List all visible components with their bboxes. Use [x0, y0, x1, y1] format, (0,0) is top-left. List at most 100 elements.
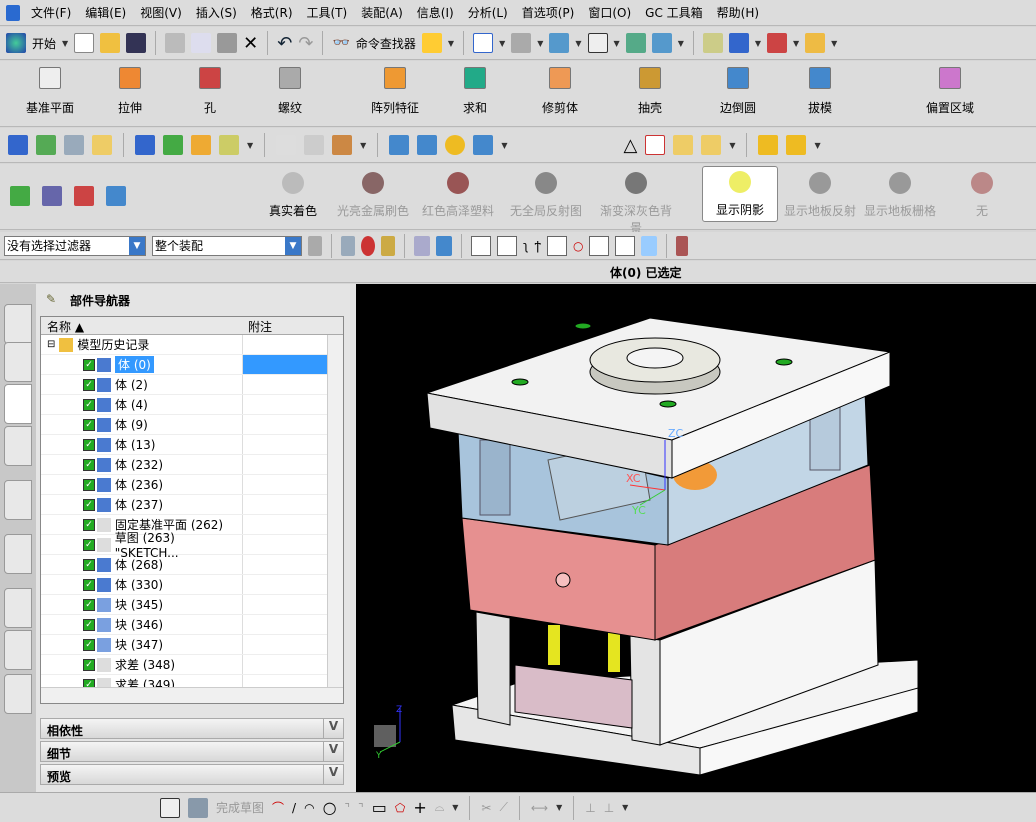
dimension-icon[interactable]: ⟷ [531, 801, 548, 815]
history-tab[interactable] [4, 588, 32, 628]
finish-sketch-icon[interactable] [188, 797, 208, 818]
render-style-button[interactable]: 显示阴影 [702, 166, 778, 222]
tree-item[interactable]: ✓ 求差 (348) [41, 655, 343, 675]
menu-item[interactable]: 视图(V) [133, 4, 189, 21]
tree-root[interactable]: ⊟ 模型历史记录 [41, 335, 343, 355]
menu-item[interactable]: 工具(T) [300, 4, 355, 21]
component-move-icon[interactable] [163, 135, 183, 155]
save-icon[interactable] [126, 33, 147, 53]
render-style-button[interactable]: 真实着色 [255, 168, 331, 219]
orient-view-icon[interactable] [549, 33, 570, 53]
menu-item[interactable]: 窗口(O) [581, 4, 638, 21]
assembly-nav-icon[interactable] [8, 135, 28, 155]
filter-icon[interactable] [308, 235, 322, 256]
feature-button[interactable]: 求和 [435, 65, 515, 116]
grid-snap-icon[interactable] [676, 235, 689, 256]
render-style-button[interactable]: 显示地板反射 [782, 168, 858, 219]
circle-icon[interactable]: ○ [323, 798, 337, 817]
background-icon[interactable] [587, 33, 608, 53]
checkbox-icon[interactable]: ✓ [83, 378, 95, 391]
stack-icon[interactable] [64, 135, 84, 155]
menu-item[interactable]: 首选项(P) [515, 4, 582, 21]
menu-item[interactable]: 格式(R) [244, 4, 300, 21]
abs-icon[interactable] [219, 135, 239, 155]
render-style-button[interactable]: 无 [944, 168, 1020, 219]
palette-tab[interactable] [4, 674, 32, 714]
trim-icon[interactable]: ✂ [481, 801, 491, 815]
checkbox-icon[interactable]: ✓ [83, 418, 95, 431]
tree-item[interactable]: ✓ 体 (330) [41, 575, 343, 595]
measure-icon[interactable] [805, 33, 826, 53]
render-style-icon[interactable] [511, 33, 532, 53]
menu-item[interactable]: 分析(L) [461, 4, 515, 21]
tree-item[interactable]: ✓ 块 (345) [41, 595, 343, 615]
vertical-scrollbar[interactable] [327, 335, 343, 687]
select-icon[interactable] [702, 33, 723, 53]
render-style-button[interactable]: 红色高泽塑料 [420, 168, 496, 219]
checkbox-icon[interactable]: ✓ [83, 398, 95, 411]
chevron-down-icon[interactable]: V [323, 742, 343, 761]
web-browser-tab[interactable] [4, 534, 32, 574]
component-replace-icon[interactable] [191, 135, 211, 155]
chamfer-icon[interactable]: ⌝ [358, 801, 364, 815]
chevron-down-icon[interactable]: V [323, 719, 343, 738]
part-navigator-tab[interactable] [4, 384, 32, 424]
checkbox-icon[interactable]: ✓ [83, 618, 95, 631]
redo-icon[interactable]: ↷ [298, 33, 313, 54]
mold-icon[interactable] [758, 135, 779, 155]
process-studio-tab[interactable] [4, 630, 32, 670]
funnel-icon[interactable] [341, 235, 355, 256]
scope-select[interactable]: 整个装配 ▼ [152, 235, 302, 256]
checkbox-icon[interactable]: ✓ [83, 658, 95, 671]
checkbox-icon[interactable]: ✓ [83, 598, 95, 611]
chevron-down-icon[interactable]: V [323, 765, 343, 784]
pin-icon[interactable]: ✎ [46, 292, 56, 306]
horizontal-scrollbar[interactable] [41, 687, 343, 703]
render-style-button[interactable]: 渐变深灰色背景 [598, 168, 674, 236]
command-finder-button[interactable]: 命令查找器 [356, 35, 416, 52]
checkbox-icon[interactable]: ✓ [83, 578, 95, 591]
mold-model[interactable]: ZC XC YC Z Y [356, 284, 1036, 792]
wcs-icon[interactable] [767, 33, 787, 53]
layer-icon[interactable] [651, 33, 672, 53]
target-icon[interactable] [361, 235, 375, 256]
triangle-icon[interactable]: △ [623, 135, 637, 156]
column-note[interactable]: 附注 [242, 317, 278, 334]
menu-item[interactable]: 装配(A) [354, 4, 410, 21]
face-snap-icon[interactable] [641, 235, 658, 256]
tree-item[interactable]: ✓ 体 (13) [41, 435, 343, 455]
tree-item[interactable]: ✓ 块 (346) [41, 615, 343, 635]
axis-icon[interactable] [106, 186, 126, 206]
reuse-library-tab[interactable] [4, 426, 32, 466]
cube-select-icon[interactable] [436, 235, 452, 256]
feature-button[interactable]: 基准平面 [10, 65, 90, 116]
center-snap-button[interactable] [546, 235, 567, 256]
polygon-icon[interactable]: ⬠ [395, 801, 405, 815]
feature-button[interactable]: 删 [1010, 65, 1036, 116]
feature-button[interactable]: 抽壳 [610, 65, 690, 116]
tree-item[interactable]: ✓ 草图 (263) "SKETCH... [41, 531, 343, 560]
delete-icon[interactable]: ✕ [243, 33, 258, 54]
constraint-navigator-tab[interactable] [4, 342, 32, 382]
cylinder-icon[interactable] [389, 135, 410, 155]
endpoint-snap-button[interactable] [471, 235, 491, 256]
tag-icon[interactable] [92, 135, 112, 155]
line-icon[interactable]: / [292, 801, 296, 815]
checkbox-icon[interactable]: ✓ [83, 558, 95, 571]
curve-snap-icon[interactable]: ʅ [523, 239, 529, 253]
checkbox-icon[interactable]: ✓ [82, 538, 95, 551]
open-folder-icon[interactable] [100, 33, 121, 53]
point-snap-button[interactable] [589, 235, 610, 256]
extend-icon[interactable]: ⟋ [499, 800, 507, 815]
midpoint-snap-button[interactable] [497, 235, 517, 256]
rule-icon[interactable] [332, 135, 353, 155]
tree-item[interactable]: ✓ 体 (232) [41, 455, 343, 475]
start-icon[interactable] [6, 33, 26, 53]
point-icon[interactable]: + [413, 798, 426, 817]
surface-icon[interactable] [304, 135, 325, 155]
feature-button[interactable]: 阵列特征 [355, 65, 435, 116]
grid-icon[interactable] [74, 186, 94, 206]
layers-icon[interactable] [36, 135, 56, 155]
check-icon[interactable] [10, 186, 30, 206]
feature-button[interactable]: 修剪体 [520, 65, 600, 116]
